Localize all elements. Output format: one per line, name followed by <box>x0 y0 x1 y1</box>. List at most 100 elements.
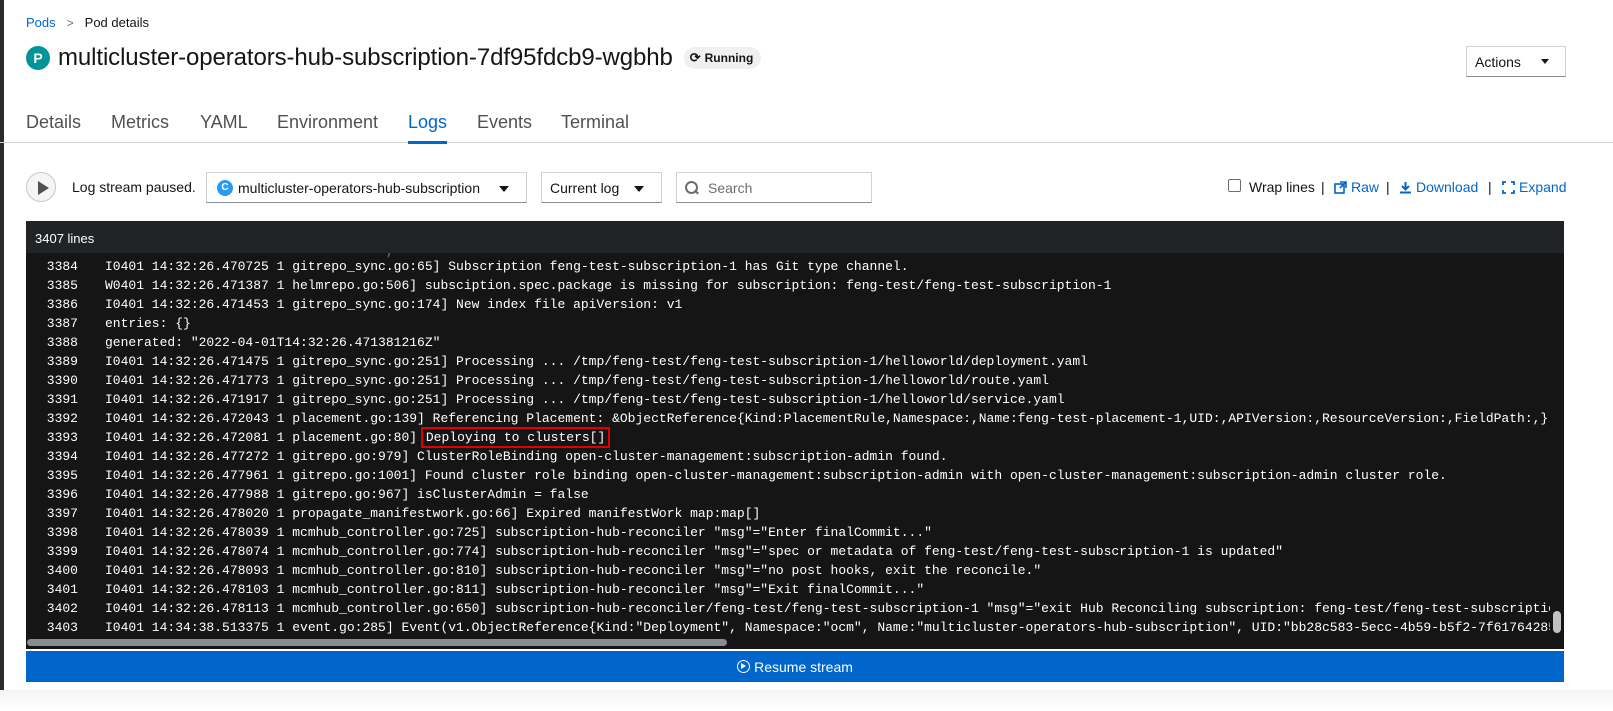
log-line-number: 3389 <box>46 354 78 369</box>
log-message: I0401 14:32:26.472043 1 placement.go:139… <box>105 411 1550 426</box>
log-message: I0401 14:32:26.478093 1 mcmhub_controlle… <box>105 563 1042 578</box>
log-message: entries: {} <box>105 316 191 331</box>
tab-terminal[interactable]: Terminal <box>561 112 629 144</box>
actions-label: Actions <box>1475 53 1521 70</box>
log-line-number: 3393 <box>46 430 78 445</box>
log-message: generated: "2022-04-01T14:32:26.47138121… <box>105 335 441 350</box>
tab-environment[interactable]: Environment <box>277 112 378 144</box>
tab-yaml[interactable]: YAML <box>200 112 248 144</box>
caret-down-icon <box>634 186 644 192</box>
caret-down-icon <box>1541 59 1549 64</box>
breadcrumb-pods-link[interactable]: Pods <box>26 15 56 30</box>
log-line-text: I0401 14:32:26.471773 1 gitrepo_sync.go:… <box>105 373 1049 388</box>
log-line-number: 3387 <box>46 316 78 331</box>
log-message: I0401 14:32:26.472081 1 placement.go:80] <box>105 430 425 445</box>
log-line-number: 3399 <box>46 544 78 559</box>
play-circle-icon <box>737 660 751 673</box>
log-message: I0401 14:32:26.478103 1 mcmhub_controlle… <box>105 582 925 597</box>
log-line-text: I0401 14:32:26.478020 1 propagate_manife… <box>105 506 760 521</box>
log-type-value: Current log <box>550 179 620 196</box>
toolbar-divider: | <box>1321 179 1325 195</box>
vertical-scrollbar[interactable] <box>1550 253 1564 636</box>
log-message: I0401 14:32:26.471475 1 gitrepo_sync.go:… <box>105 354 1088 369</box>
log-message: I0401 14:32:26.478020 1 propagate_manife… <box>105 506 761 521</box>
log-line-number: 3392 <box>46 411 78 426</box>
log-line-number: 3391 <box>46 392 78 407</box>
sync-icon: ⟳ <box>689 50 701 65</box>
tab-metrics[interactable]: Metrics <box>111 112 169 144</box>
log-line-text: I0401 14:32:26.471917 1 gitrepo_sync.go:… <box>105 392 1065 407</box>
log-line-text: I0401 14:32:26.471475 1 gitrepo_sync.go:… <box>105 354 1088 369</box>
log-line-number: 3388 <box>46 335 78 350</box>
log-line-text: I0401 14:32:26.470725 1 gitrepo_sync.go:… <box>105 259 909 274</box>
status-text: Running <box>704 51 754 65</box>
container-select[interactable]: C multicluster-operators-hub-subscriptio… <box>206 172 527 203</box>
log-line-text: I0401 14:32:26.478093 1 mcmhub_controlle… <box>105 563 1041 578</box>
horizontal-scrollbar-thumb[interactable] <box>27 639 727 646</box>
bottom-shadow <box>0 690 1613 711</box>
toolbar-divider: | <box>1386 179 1390 195</box>
tab-bar: Details Metrics YAML Environment Logs Ev… <box>0 104 1613 144</box>
log-line-count: 3407 lines <box>26 221 1564 253</box>
log-line-number: 3384 <box>46 259 78 274</box>
tab-logs[interactable]: Logs <box>408 112 448 144</box>
log-line-number: 3397 <box>46 506 78 521</box>
log-line-number: 3403 <box>46 620 78 635</box>
resume-stream-button[interactable]: Resume stream <box>26 651 1564 682</box>
raw-link[interactable]: Raw <box>1334 179 1379 195</box>
log-line-text: I0401 14:32:26.478103 1 mcmhub_controlle… <box>105 582 924 597</box>
log-line-number: 3396 <box>46 487 78 502</box>
horizontal-scrollbar[interactable] <box>26 636 1564 649</box>
log-line-text: I0401 14:32:26.478074 1 mcmhub_controlle… <box>105 544 1283 559</box>
external-link-icon <box>1334 180 1347 194</box>
log-line-text: I0401 14:32:26.472043 1 placement.go:139… <box>105 411 1550 426</box>
search-input[interactable] <box>708 179 868 196</box>
log-message: I0401 14:32:26.477272 1 gitrepo.go:979] … <box>105 449 948 464</box>
log-line-text: I0401 14:32:26.477961 1 gitrepo.go:1001]… <box>105 468 1447 483</box>
breadcrumb-current: Pod details <box>84 15 149 30</box>
expand-label: Expand <box>1519 179 1567 195</box>
log-line-text: generated: "2022-04-01T14:32:26.47138121… <box>105 335 440 350</box>
log-message: I0401 14:32:26.478074 1 mcmhub_controlle… <box>105 544 1283 559</box>
log-line-number: 3386 <box>46 297 78 312</box>
breadcrumb-separator: > <box>66 15 74 30</box>
actions-dropdown[interactable]: Actions <box>1466 46 1566 77</box>
wrap-lines-label: Wrap lines <box>1249 179 1315 195</box>
log-line-number: 3395 <box>46 468 78 483</box>
log-type-select[interactable]: Current log <box>541 172 662 203</box>
log-message: I0401 14:32:26.470725 1 gitrepo_sync.go:… <box>105 259 909 274</box>
play-stream-button[interactable] <box>26 172 56 202</box>
log-line-number: 3394 <box>46 449 78 464</box>
pod-resource-badge: P <box>26 46 50 70</box>
log-line-number: 3401 <box>46 582 78 597</box>
search-icon <box>685 181 698 194</box>
log-message: I0401 14:32:26.478039 1 mcmhub_controlle… <box>105 525 932 540</box>
caret-down-icon <box>499 186 509 192</box>
log-message: I0401 14:32:26.477961 1 gitrepo.go:1001]… <box>105 468 1447 483</box>
container-select-value: multicluster-operators-hub-subscription <box>238 179 480 196</box>
download-icon <box>1400 181 1411 193</box>
breadcrumb: Pods > Pod details <box>26 15 149 30</box>
log-line-text: I0401 14:32:26.471453 1 gitrepo_sync.go:… <box>105 297 682 312</box>
log-message: I0401 14:32:26.471773 1 gitrepo_sync.go:… <box>105 373 1049 388</box>
container-badge-icon: C <box>217 179 233 196</box>
expand-icon <box>1502 180 1515 194</box>
log-line-number: 3400 <box>46 563 78 578</box>
log-message: I0401 14:32:26.471917 1 gitrepo_sync.go:… <box>105 392 1065 407</box>
tab-events[interactable]: Events <box>477 112 532 144</box>
status-badge: ⟳ Running <box>683 47 762 69</box>
wrap-lines-checkbox[interactable] <box>1228 179 1241 192</box>
page-header: P multicluster-operators-hub-subscriptio… <box>26 44 762 72</box>
page-title: multicluster-operators-hub-subscription-… <box>58 44 673 71</box>
search-box <box>676 172 872 203</box>
log-line-number: 3398 <box>46 525 78 540</box>
vertical-scrollbar-thumb[interactable] <box>1553 611 1561 633</box>
toolbar-divider: | <box>1488 179 1492 195</box>
download-link[interactable]: Download <box>1399 179 1478 195</box>
log-message: W0401 14:32:26.471387 1 helmrepo.go:506]… <box>105 278 1112 293</box>
log-message: I0401 14:32:26.478113 1 mcmhub_controlle… <box>105 601 1550 616</box>
log-line-text: I0401 14:34:38.513375 1 event.go:285] Ev… <box>105 620 1550 635</box>
tab-details[interactable]: Details <box>26 112 81 144</box>
log-line-text: I0401 14:32:26.477988 1 gitrepo.go:967] … <box>105 487 589 502</box>
expand-link[interactable]: Expand <box>1502 179 1566 195</box>
